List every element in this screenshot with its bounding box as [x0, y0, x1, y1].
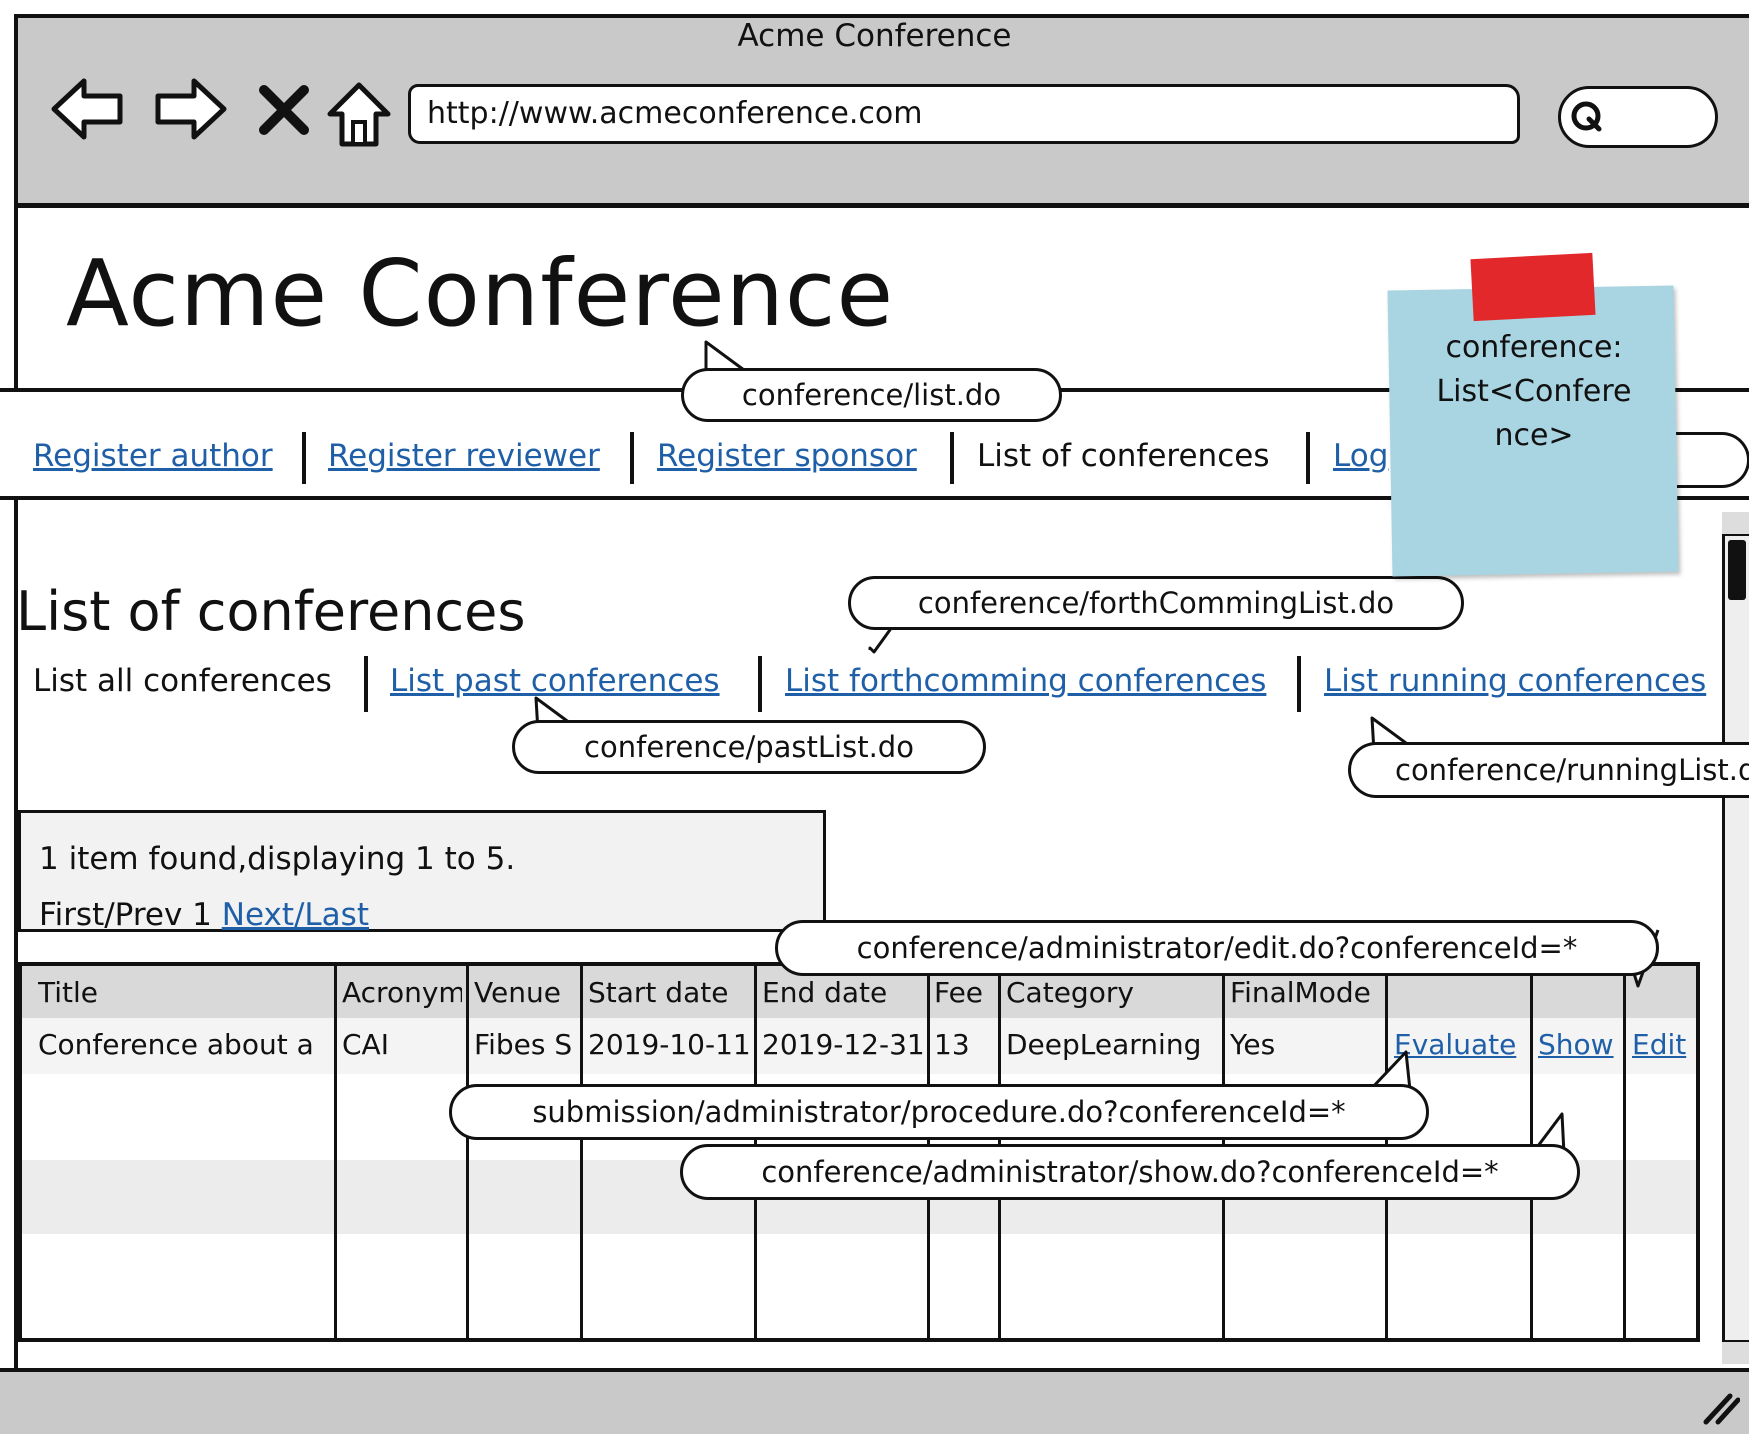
menu-register-author[interactable]: Register author — [33, 438, 273, 474]
window-title: Acme Conference — [737, 18, 1012, 54]
header-acronym: Acronym — [342, 976, 462, 1009]
cell-acronym: CAI — [342, 1028, 389, 1061]
cell-fee: 13 — [934, 1028, 970, 1061]
browser-search-box[interactable] — [1558, 86, 1718, 148]
menu-register-sponsor[interactable]: Register sponsor — [657, 438, 917, 474]
annotation-edit-do: conference/administrator/edit.do?confere… — [775, 920, 1659, 976]
pagination-prefix: First/Prev 1 — [39, 897, 222, 933]
cell-end-date: 2019-12-31 — [762, 1028, 925, 1061]
page-heading: List of conferences — [16, 580, 526, 643]
sticky-tape — [1470, 252, 1596, 322]
cell-category: DeepLearning — [1006, 1028, 1202, 1061]
header-category: Category — [1006, 976, 1134, 1009]
scroll-down-arrow-icon[interactable] — [1722, 1340, 1749, 1364]
annotation-forthcoming-list-do: conference/forthCommingList.do — [848, 576, 1464, 630]
menu-separator — [1306, 432, 1310, 484]
menu-separator — [950, 432, 954, 484]
home-icon[interactable] — [326, 80, 392, 150]
sublink-list-forthcoming[interactable]: List forthcomming conferences — [785, 663, 1266, 699]
edit-link[interactable]: Edit — [1632, 1028, 1696, 1061]
menu-separator — [630, 432, 634, 484]
sublink-separator — [364, 656, 368, 712]
annotation-past-list-do: conference/pastList.do — [512, 720, 986, 774]
forward-icon[interactable] — [152, 76, 228, 142]
sticky-note-text: conference: List<Confere nce> — [1436, 330, 1632, 453]
header-end-date: End date — [762, 976, 888, 1009]
annotation-show-do: conference/administrator/show.do?confere… — [680, 1144, 1580, 1200]
cell-venue: Fibes S — [474, 1028, 573, 1061]
pagination-info: 1 item found,displaying 1 to 5. First/Pr… — [18, 810, 826, 933]
show-link[interactable]: Show — [1538, 1028, 1622, 1061]
scrollbar-thumb[interactable] — [1728, 540, 1746, 600]
cell-title: Conference about a — [38, 1028, 314, 1061]
site-title: Acme Conference — [66, 240, 895, 347]
browser-status-bar — [0, 1368, 1749, 1434]
annotation-procedure-do: submission/administrator/procedure.do?co… — [449, 1084, 1429, 1140]
menu-list-of-conferences: List of conferences — [977, 438, 1270, 474]
header-venue: Venue — [474, 976, 561, 1009]
annotation-list-do: conference/list.do — [681, 368, 1062, 422]
sublink-separator — [758, 656, 762, 712]
menu-login[interactable]: Log — [1333, 438, 1388, 474]
header-final-mode: FinalMode — [1230, 976, 1371, 1009]
header-title: Title — [38, 976, 99, 1009]
pagination-next-last-link[interactable]: Next/Last — [222, 897, 369, 933]
annotation-running-list-do: conference/runningList.do — [1348, 742, 1749, 798]
resize-grip-icon[interactable] — [1700, 1390, 1740, 1426]
url-input[interactable]: http://www.acmeconference.com — [408, 84, 1520, 144]
stop-icon[interactable] — [258, 84, 310, 136]
pagination-nav: First/Prev 1 Next/Last — [39, 897, 369, 933]
header-fee: Fee — [934, 976, 984, 1009]
menu-separator — [302, 432, 306, 484]
vertical-scrollbar[interactable] — [1722, 512, 1749, 1364]
sublink-separator — [1297, 656, 1301, 712]
cell-final-mode: Yes — [1230, 1028, 1276, 1061]
sublink-list-running[interactable]: List running conferences — [1324, 663, 1706, 699]
menu-register-reviewer[interactable]: Register reviewer — [328, 438, 600, 474]
scroll-up-arrow-icon[interactable] — [1722, 512, 1749, 536]
pagination-summary: 1 item found,displaying 1 to 5. — [39, 841, 516, 877]
search-icon — [1571, 101, 1602, 132]
sublink-list-all: List all conferences — [33, 663, 332, 699]
header-start-date: Start date — [588, 976, 729, 1009]
back-icon[interactable] — [50, 76, 126, 142]
cell-start-date: 2019-10-11 — [588, 1028, 751, 1061]
